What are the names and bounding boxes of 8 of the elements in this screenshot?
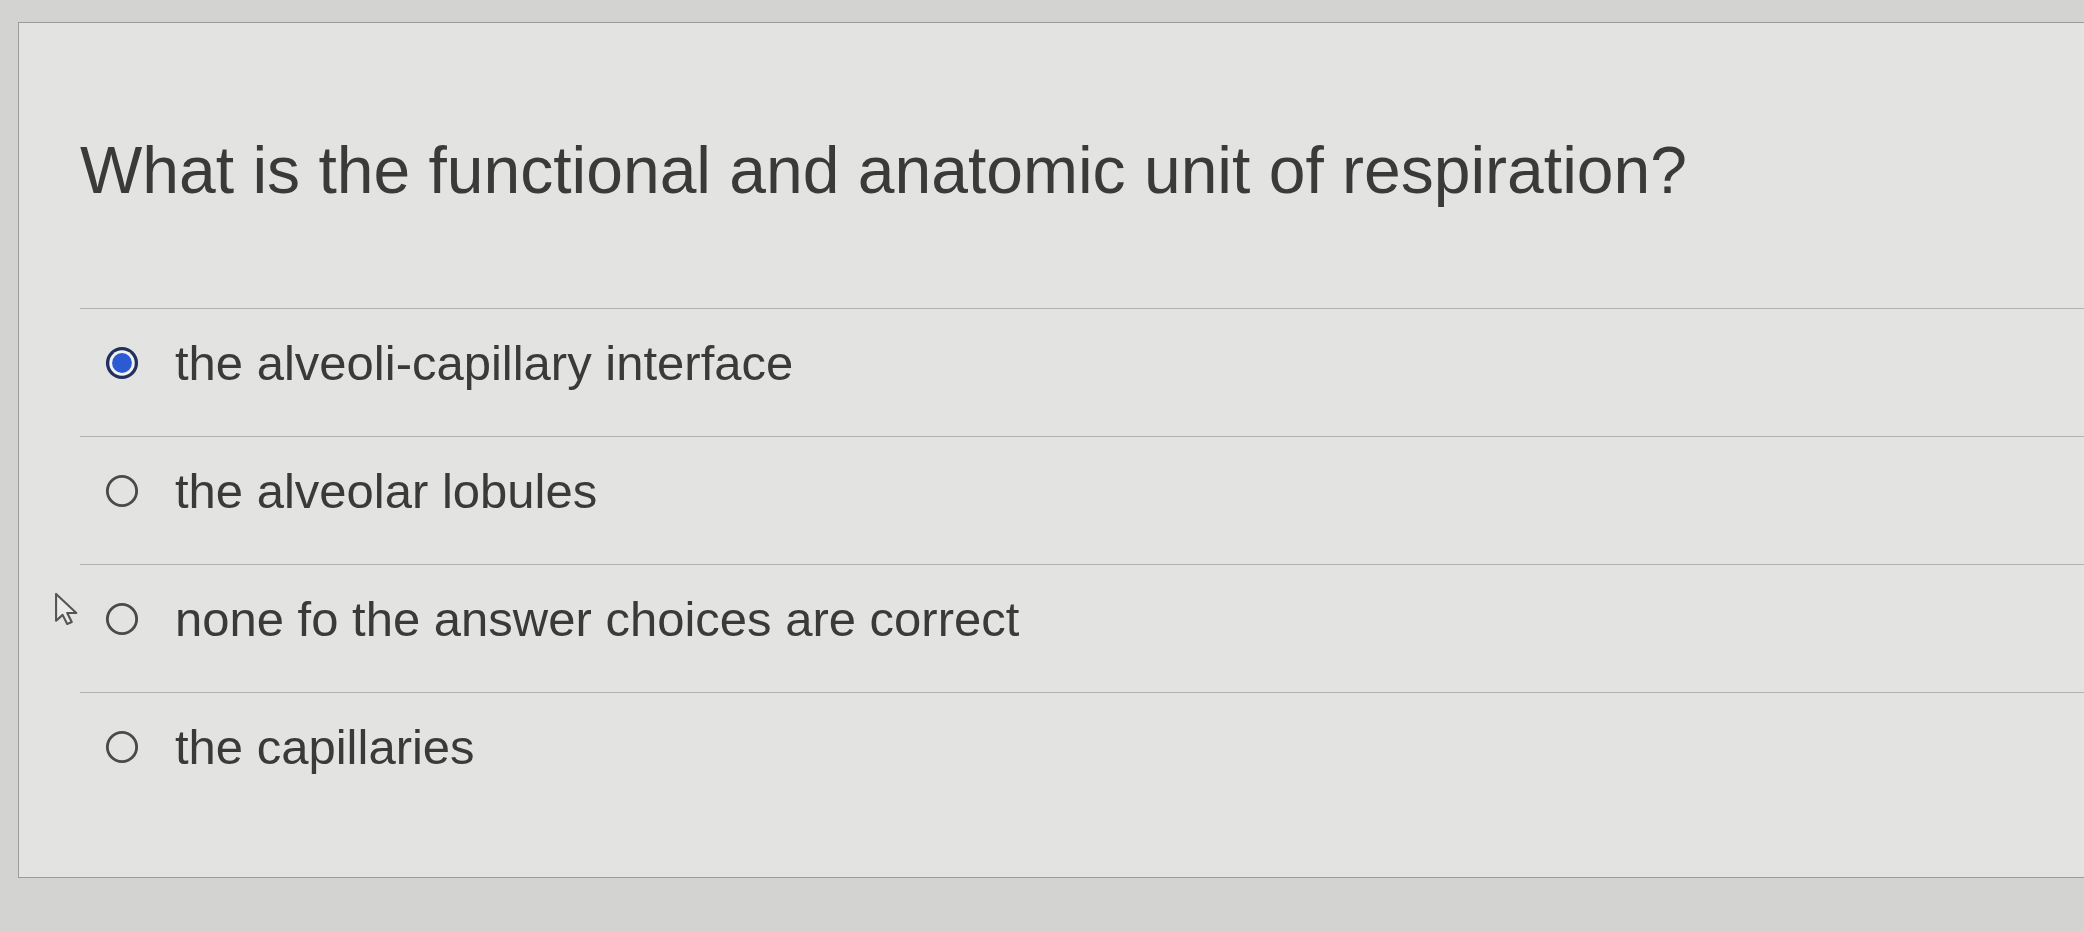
radio-button[interactable] <box>105 474 139 508</box>
answer-option-text[interactable]: the capillaries <box>175 722 475 772</box>
radio-button[interactable] <box>105 730 139 764</box>
answer-option-text[interactable]: the alveoli-capillary interface <box>175 338 794 388</box>
radio-button[interactable] <box>105 346 139 380</box>
answer-option-text[interactable]: none fo the answer choices are correct <box>175 594 1020 644</box>
answer-option-text[interactable]: the alveolar lobules <box>175 466 598 516</box>
radio-button[interactable] <box>105 602 139 636</box>
